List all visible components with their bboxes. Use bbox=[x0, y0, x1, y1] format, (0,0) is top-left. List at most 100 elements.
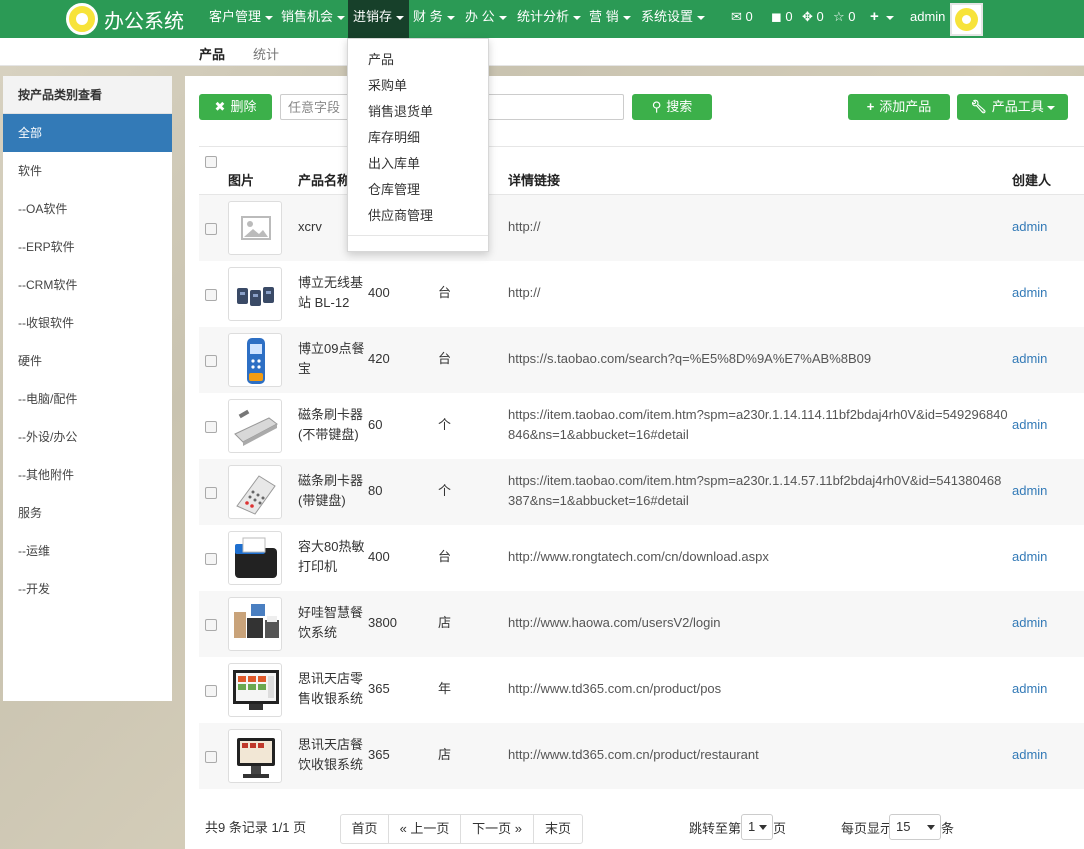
delete-button[interactable]: ✖ 删除 bbox=[199, 94, 272, 120]
nav-statistics[interactable]: 统计分析 bbox=[517, 0, 582, 38]
nav-finance[interactable]: 财 务 bbox=[413, 0, 455, 38]
sidebar-item-crm-software[interactable]: --CRM软件 bbox=[3, 266, 172, 304]
user-menu[interactable]: admin bbox=[910, 0, 945, 34]
nav-system-settings[interactable]: 系统设置 bbox=[641, 0, 706, 38]
menu-item-sales-returns[interactable]: 销售退货单 bbox=[368, 101, 433, 120]
product-name[interactable]: 博立无线基站 BL-12 bbox=[298, 273, 366, 313]
product-thumbnail[interactable] bbox=[228, 663, 282, 717]
row-checkbox[interactable] bbox=[205, 487, 217, 499]
product-link[interactable]: http:// bbox=[508, 217, 1008, 237]
sidebar-item-all[interactable]: 全部 bbox=[3, 114, 172, 152]
next-page-button[interactable]: 下一页 » bbox=[461, 815, 534, 843]
close-icon: ✖ bbox=[214, 99, 226, 114]
product-thumbnail[interactable] bbox=[228, 597, 282, 651]
row-checkbox[interactable] bbox=[205, 355, 217, 367]
product-name[interactable]: 好哇智慧餐饮系统 bbox=[298, 603, 366, 643]
product-creator[interactable]: admin bbox=[1012, 415, 1047, 435]
jump-page-select[interactable]: 1 bbox=[741, 814, 773, 840]
column-header-name[interactable]: 产品名称 bbox=[298, 170, 350, 189]
product-thumbnail[interactable] bbox=[228, 399, 282, 453]
per-page-select[interactable]: 15 bbox=[889, 814, 941, 840]
row-checkbox[interactable] bbox=[205, 685, 217, 697]
row-checkbox[interactable] bbox=[205, 421, 217, 433]
menu-item-stock-details[interactable]: 库存明细 bbox=[368, 127, 420, 146]
product-thumbnail[interactable] bbox=[228, 465, 282, 519]
product-name[interactable]: 思讯天店餐饮收银系统 bbox=[298, 735, 366, 775]
mail-button[interactable]: ✉ 0 bbox=[731, 0, 753, 34]
share-button[interactable]: ✥ 0 bbox=[802, 0, 824, 34]
product-link[interactable]: https://item.taobao.com/item.htm?spm=a23… bbox=[508, 405, 1008, 445]
product-link[interactable]: https://s.taobao.com/search?q=%E5%8D%9A%… bbox=[508, 349, 1008, 369]
sidebar-item-hardware[interactable]: 硬件 bbox=[3, 342, 172, 380]
product-creator[interactable]: admin bbox=[1012, 547, 1047, 567]
sidebar-item-peripherals[interactable]: --外设/办公 bbox=[3, 418, 172, 456]
chevron-down-icon bbox=[622, 15, 631, 20]
product-creator[interactable]: admin bbox=[1012, 613, 1047, 633]
nav-inventory[interactable]: 进销存 bbox=[348, 0, 410, 38]
product-creator[interactable]: admin bbox=[1012, 349, 1047, 369]
product-name[interactable]: 思讯天店零售收银系统 bbox=[298, 669, 366, 709]
product-creator[interactable]: admin bbox=[1012, 745, 1047, 765]
product-link[interactable]: http://www.rongtatech.com/cn/download.as… bbox=[508, 547, 1008, 567]
nav-customer-management[interactable]: 客户管理 bbox=[209, 0, 274, 38]
product-link[interactable]: http://www.td365.com.cn/product/pos bbox=[508, 679, 1008, 699]
menu-item-stock-in-out[interactable]: 出入库单 bbox=[368, 153, 420, 172]
menu-item-purchase-orders[interactable]: 采购单 bbox=[368, 75, 407, 94]
product-name[interactable]: 博立09点餐宝 bbox=[298, 339, 366, 379]
row-checkbox[interactable] bbox=[205, 289, 217, 301]
product-name[interactable]: 容大80热敏打印机 bbox=[298, 537, 366, 577]
tab-products[interactable]: 产品 bbox=[199, 44, 225, 63]
product-tools-button[interactable]: 🔧︎ 产品工具 bbox=[957, 94, 1068, 120]
chevron-down-icon bbox=[573, 15, 582, 20]
table-row: 博立无线基站 BL-12 400 台 http:// admin bbox=[199, 261, 1084, 327]
image-placeholder-icon[interactable] bbox=[228, 201, 282, 255]
product-creator[interactable]: admin bbox=[1012, 481, 1047, 501]
add-product-button[interactable]: + 添加产品 bbox=[848, 94, 950, 120]
row-checkbox[interactable] bbox=[205, 223, 217, 235]
product-thumbnail[interactable] bbox=[228, 267, 282, 321]
chevron-down-icon bbox=[1046, 105, 1055, 110]
product-link[interactable]: http://www.haowa.com/usersV2/login bbox=[508, 613, 1008, 633]
row-checkbox[interactable] bbox=[205, 553, 217, 565]
product-link[interactable]: https://item.taobao.com/item.htm?spm=a23… bbox=[508, 471, 1008, 511]
nav-office[interactable]: 办 公 bbox=[465, 0, 507, 38]
nav-marketing[interactable]: 营 销 bbox=[589, 0, 631, 38]
product-creator[interactable]: admin bbox=[1012, 217, 1047, 237]
product-thumbnail[interactable] bbox=[228, 729, 282, 783]
tab-statistics[interactable]: 统计 bbox=[253, 44, 279, 63]
product-thumbnail[interactable] bbox=[228, 333, 282, 387]
sidebar-item-oa-software[interactable]: --OA软件 bbox=[3, 190, 172, 228]
product-price: 400 bbox=[368, 285, 390, 300]
product-creator[interactable]: admin bbox=[1012, 283, 1047, 303]
sidebar-item-services[interactable]: 服务 bbox=[3, 494, 172, 532]
prev-page-button[interactable]: « 上一页 bbox=[389, 815, 461, 843]
last-page-button[interactable]: 末页 bbox=[534, 815, 582, 843]
sidebar-item-maintenance[interactable]: --运维 bbox=[3, 532, 172, 570]
product-link[interactable]: http://www.td365.com.cn/product/restaura… bbox=[508, 745, 1008, 765]
row-checkbox[interactable] bbox=[205, 751, 217, 763]
sidebar-item-erp-software[interactable]: --ERP软件 bbox=[3, 228, 172, 266]
sidebar-item-software[interactable]: 软件 bbox=[3, 152, 172, 190]
task-button[interactable]: ◼ 0 bbox=[771, 0, 793, 34]
nav-sales-opportunity[interactable]: 销售机会 bbox=[281, 0, 346, 38]
menu-item-warehouse[interactable]: 仓库管理 bbox=[368, 179, 420, 198]
sidebar-item-accessories[interactable]: --其他附件 bbox=[3, 456, 172, 494]
product-link[interactable]: http:// bbox=[508, 283, 1008, 303]
avatar[interactable] bbox=[950, 3, 983, 36]
favorite-button[interactable]: ☆ 0 bbox=[833, 0, 856, 34]
menu-item-products[interactable]: 产品 bbox=[368, 49, 394, 68]
sidebar-item-cashier-software[interactable]: --收银软件 bbox=[3, 304, 172, 342]
sidebar-item-development[interactable]: --开发 bbox=[3, 570, 172, 608]
select-all-checkbox[interactable] bbox=[205, 156, 217, 168]
add-menu-button[interactable]: + bbox=[870, 0, 895, 34]
menu-item-suppliers[interactable]: 供应商管理 bbox=[368, 205, 433, 224]
search-button[interactable]: ⚲ 搜索 bbox=[632, 94, 712, 120]
product-name[interactable]: 磁条刷卡器(带键盘) bbox=[298, 471, 366, 511]
row-checkbox[interactable] bbox=[205, 619, 217, 631]
product-creator[interactable]: admin bbox=[1012, 679, 1047, 699]
product-thumbnail[interactable] bbox=[228, 531, 282, 585]
column-header-creator[interactable]: 创建人 bbox=[1012, 170, 1051, 189]
sidebar-item-computers[interactable]: --电脑/配件 bbox=[3, 380, 172, 418]
first-page-button[interactable]: 首页 bbox=[341, 815, 389, 843]
product-name[interactable]: 磁条刷卡器(不带键盘) bbox=[298, 405, 366, 445]
